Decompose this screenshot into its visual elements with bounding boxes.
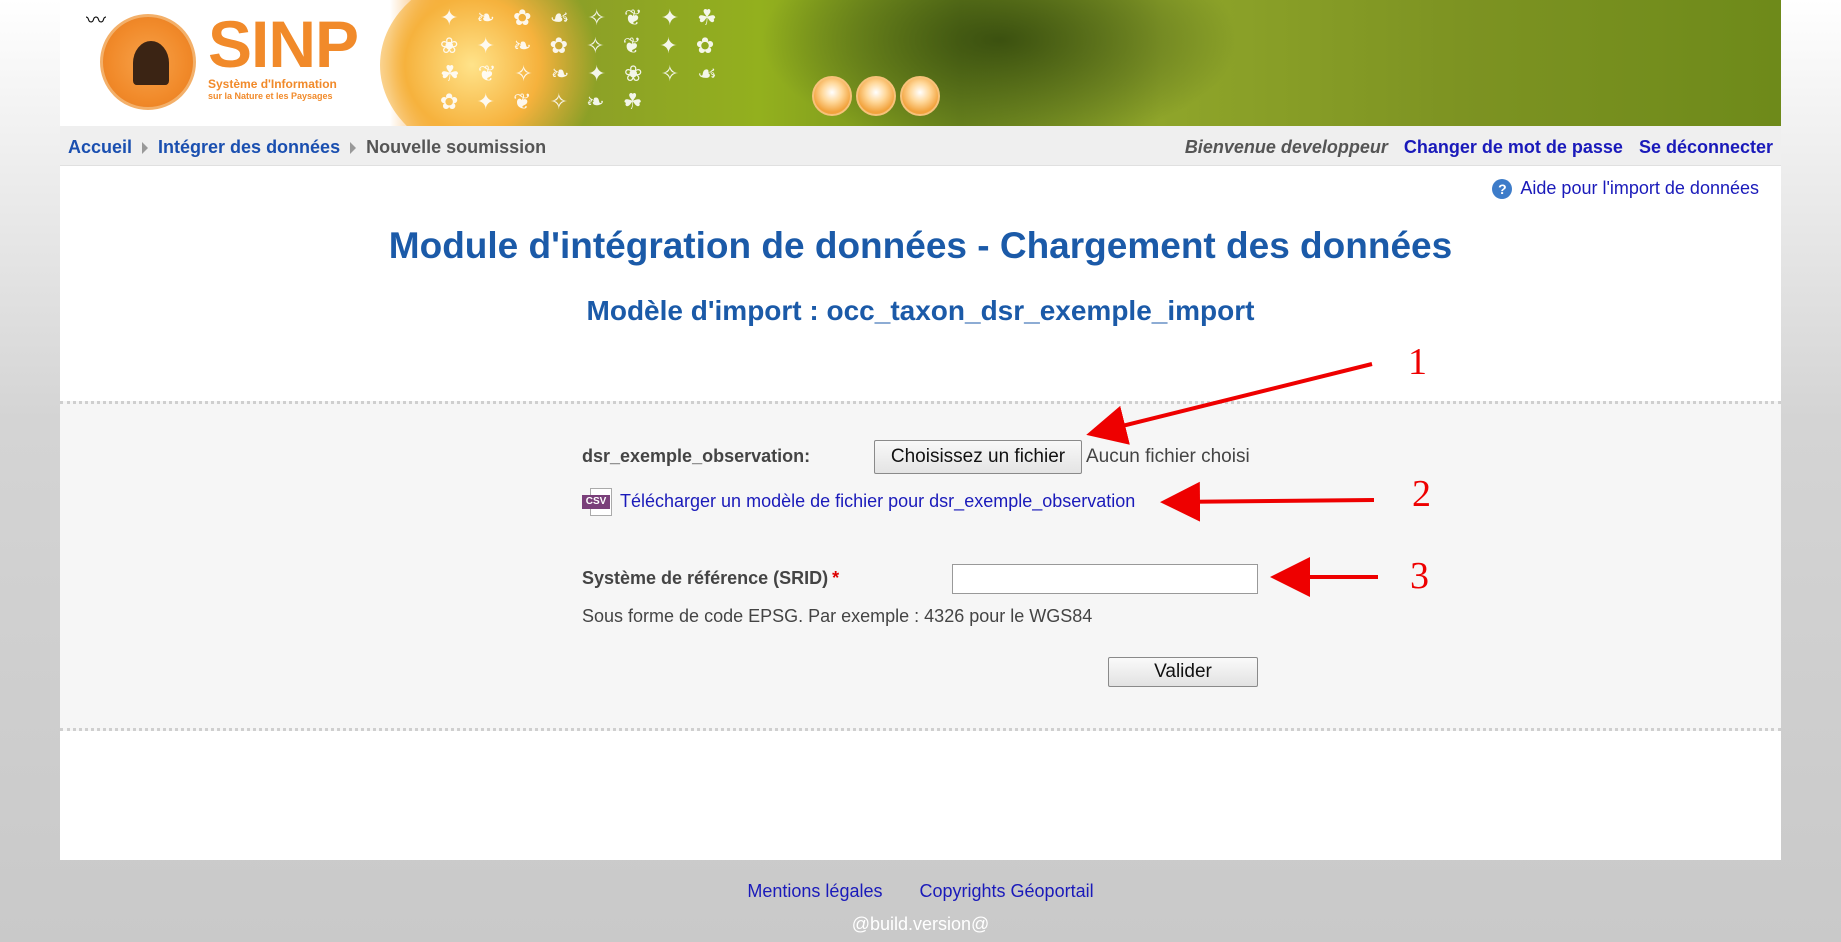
file-status-text: Aucun fichier choisi	[1086, 446, 1250, 467]
upload-form: dsr_exemple_observation: Choisissez un f…	[60, 401, 1781, 731]
build-version: @build.version@	[851, 914, 990, 934]
logout-link[interactable]: Se déconnecter	[1639, 137, 1773, 158]
page-container: 〰 SINP Système d'Information sur la Natu…	[60, 0, 1781, 860]
csv-file-icon: CSV	[582, 488, 614, 518]
logo-line1: Système d'Information	[208, 77, 337, 91]
annotation-number-2: 2	[1412, 473, 1431, 515]
import-model-subtitle: Modèle d'import : occ_taxon_dsr_exemple_…	[586, 295, 1255, 326]
breadcrumb-home-link[interactable]: Accueil	[68, 137, 132, 158]
breadcrumb: Accueil Intégrer des données Nouvelle so…	[68, 137, 546, 158]
import-help-label: Aide pour l'import de données	[1520, 178, 1759, 198]
download-template-link[interactable]: Télécharger un modèle de fichier pour ds…	[620, 491, 1135, 512]
csv-tag: CSV	[582, 495, 610, 509]
breadcrumb-current: Nouvelle soumission	[366, 137, 547, 157]
legal-notice-link[interactable]: Mentions légales	[747, 881, 882, 901]
fauna-icon	[900, 76, 940, 116]
srid-input[interactable]	[952, 564, 1258, 594]
breadcrumb-integrate-link[interactable]: Intégrer des données	[158, 137, 340, 158]
logo[interactable]: SINP Système d'Information sur la Nature…	[208, 7, 359, 102]
nature-icon	[856, 76, 896, 116]
file-field-label: dsr_exemple_observation:	[582, 446, 811, 466]
footer-links: Mentions légales Copyrights Géoportail	[0, 881, 1841, 902]
choose-file-button[interactable]: Choisissez un fichier	[874, 440, 1082, 474]
page-title: Module d'intégration de données - Charge…	[388, 225, 1453, 266]
srid-hint: Sous forme de code EPSG. Par exemple : 4…	[582, 606, 1093, 626]
copyright-link[interactable]: Copyrights Géoportail	[920, 881, 1094, 901]
question-icon: ?	[1492, 178, 1513, 199]
user-menu: Bienvenue developpeur Changer de mot de …	[1185, 137, 1773, 158]
theme-icons	[812, 76, 944, 121]
required-marker: *	[832, 568, 840, 588]
tree-icon	[133, 41, 169, 85]
logo-title: SINP	[208, 7, 359, 81]
logo-emblem	[100, 14, 196, 110]
navigation-bar: Accueil Intégrer des données Nouvelle so…	[60, 126, 1781, 166]
srid-label-text: Système de référence (SRID)	[582, 568, 829, 588]
submit-button[interactable]: Valider	[1108, 657, 1258, 687]
breadcrumb-separator-icon	[142, 141, 149, 154]
annotation-number-1: 1	[1408, 341, 1427, 383]
change-password-link[interactable]: Changer de mot de passe	[1404, 137, 1623, 158]
annotation-number-3: 3	[1410, 555, 1429, 597]
landscape-icon	[812, 76, 852, 116]
srid-label: Système de référence (SRID) *	[582, 568, 839, 589]
import-help-link[interactable]: ? Aide pour l'import de données	[1492, 178, 1759, 199]
breadcrumb-separator-icon	[350, 141, 357, 154]
welcome-text: Bienvenue developpeur	[1184, 137, 1388, 157]
header-banner: 〰 SINP Système d'Information sur la Natu…	[60, 0, 1781, 126]
logo-line2: sur la Nature et les Paysages	[208, 91, 333, 101]
